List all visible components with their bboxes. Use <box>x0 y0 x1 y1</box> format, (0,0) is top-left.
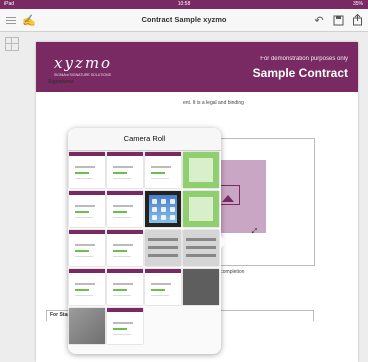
battery-level: 35% <box>352 1 363 7</box>
photo-thumbnail[interactable] <box>183 152 219 188</box>
image-icon <box>218 185 240 205</box>
photo-thumbnail[interactable] <box>107 191 143 227</box>
photo-thumbnail[interactable] <box>69 152 105 188</box>
popover-arrow <box>221 236 227 248</box>
photo-thumbnail[interactable] <box>183 191 219 227</box>
photo-thumbnail[interactable] <box>107 269 143 305</box>
signatures-heading: Signatures <box>48 79 74 85</box>
camera-roll-popover: Camera Roll <box>68 128 221 354</box>
thumbnail-sidebar <box>0 32 36 362</box>
page-grid-icon[interactable] <box>5 37 19 51</box>
brand-logo: xyzmo <box>54 54 113 72</box>
photo-thumbnail[interactable] <box>107 230 143 266</box>
status-bar: iPad 10:58 35% <box>0 0 368 9</box>
popover-title: Camera Roll <box>68 128 221 151</box>
photo-thumbnail[interactable] <box>69 308 105 344</box>
brand-tagline: SIGNiAnt SIGNATURE SOLUTIONS <box>54 73 111 77</box>
demo-note: For demonstration purposes only <box>260 56 348 62</box>
photo-thumbnail[interactable] <box>183 269 219 305</box>
photo-thumbnail[interactable] <box>107 308 143 344</box>
clock: 10:58 <box>177 1 191 7</box>
body-text: ent. It is a legal and binding <box>183 100 244 106</box>
share-icon[interactable] <box>350 13 364 27</box>
photo-thumbnail[interactable] <box>69 191 105 227</box>
photo-thumbnail[interactable] <box>183 230 219 266</box>
photo-thumbnail[interactable] <box>145 269 181 305</box>
photo-thumbnail[interactable] <box>69 269 105 305</box>
photo-thumbnail[interactable] <box>145 230 181 266</box>
navigation-bar: ✍ Contract Sample xyzmo ↶ <box>0 9 368 32</box>
photo-thumbnail[interactable] <box>145 191 181 227</box>
photo-thumbnail[interactable] <box>69 230 105 266</box>
contract-title: Sample Contract <box>252 66 348 80</box>
document-header: xyzmo SIGNiAnt SIGNATURE SOLUTIONS For d… <box>36 42 358 92</box>
photo-thumbnail[interactable] <box>107 152 143 188</box>
photo-thumbnail[interactable] <box>145 152 181 188</box>
save-icon[interactable] <box>331 13 345 27</box>
undo-icon[interactable]: ↶ <box>312 13 326 27</box>
